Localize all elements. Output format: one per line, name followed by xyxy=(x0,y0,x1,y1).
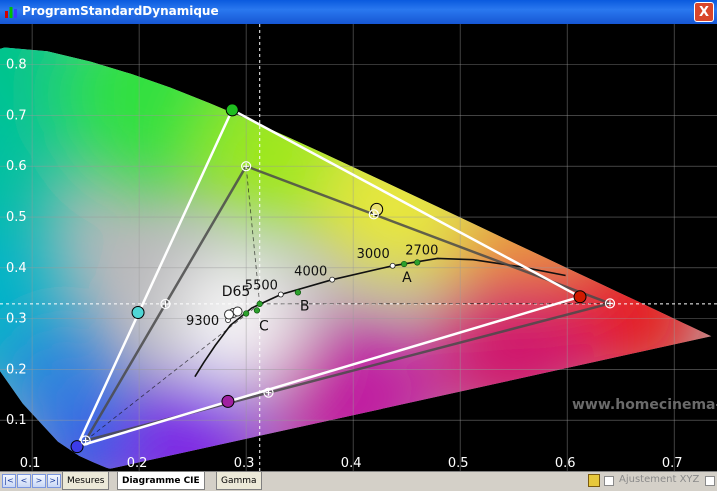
grayscale-point xyxy=(400,260,408,268)
grayscale-point xyxy=(414,259,421,266)
illuminant-label-a: A xyxy=(402,270,412,286)
cct-marker xyxy=(329,276,336,283)
measured-red-point xyxy=(573,290,587,304)
illuminant-label-d65: D65 xyxy=(222,284,251,300)
y-tick-label: 0.1 xyxy=(6,413,27,428)
x-tick-label: 0.7 xyxy=(662,456,683,471)
tab-gamma[interactable]: Gamma xyxy=(216,472,262,490)
cct-marker xyxy=(277,291,284,298)
y-tick-label: 0.6 xyxy=(6,159,27,174)
cie-diagram-area: 0.1 0.2 0.3 0.4 0.5 0.6 0.7 0.1 0.2 0.3 0.4 0.5 0.6 0… xyxy=(0,24,717,471)
cie-chromaticity-diagram: 0.1 0.2 0.3 0.4 0.5 0.6 0.7 0.1 0.2 0.3 0.4 0.5 0.6 0… xyxy=(0,24,717,471)
cct-label-2700: 2700 xyxy=(405,243,438,258)
warning-icon xyxy=(588,474,600,487)
grayscale-point xyxy=(294,289,302,296)
x-tick-label: 0.6 xyxy=(555,456,576,471)
white-measure-point xyxy=(232,306,243,317)
illuminant-label-c: C xyxy=(259,318,269,334)
grayscale-point xyxy=(253,307,261,314)
y-tick-label: 0.8 xyxy=(6,58,27,73)
title-bar: ProgramStandardDynamique X xyxy=(0,0,717,24)
watermark-text: www.homecinema- xyxy=(572,397,717,413)
tab-diagramme-cie[interactable]: Diagramme CIE xyxy=(117,472,205,490)
close-button[interactable]: X xyxy=(694,2,714,22)
x-tick-label: 0.1 xyxy=(20,456,41,471)
grayscale-point xyxy=(243,310,250,317)
y-tick-label: 0.4 xyxy=(6,261,27,276)
measured-magenta-point xyxy=(221,394,235,408)
white-measure-point xyxy=(224,309,235,320)
nav-first-button[interactable]: |< xyxy=(2,474,16,488)
tab-mesures[interactable]: Mesures xyxy=(62,472,110,490)
window-title: ProgramStandardDynamique xyxy=(22,4,219,18)
y-tick-label: 0.2 xyxy=(6,362,27,377)
nav-next-button[interactable]: > xyxy=(32,474,46,488)
x-tick-label: 0.5 xyxy=(448,456,469,471)
cct-marker xyxy=(389,262,396,269)
nav-last-button[interactable]: >| xyxy=(47,474,61,488)
x-tick-label: 0.3 xyxy=(234,456,255,471)
status-bar: |< < > >| Mesures Diagramme CIE Gamma Aj… xyxy=(0,471,717,491)
cct-label-4000: 4000 xyxy=(294,265,327,280)
x-tick-label: 0.4 xyxy=(341,456,362,471)
y-tick-label: 0.5 xyxy=(6,210,27,225)
xyz-adjust-checkbox[interactable] xyxy=(705,476,715,486)
measured-green-point xyxy=(225,103,239,117)
measured-cyan-point xyxy=(131,306,145,320)
y-tick-label: 0.7 xyxy=(6,108,27,123)
option-checkbox[interactable] xyxy=(604,476,614,486)
x-tick-label: 0.2 xyxy=(127,456,148,471)
y-tick-label: 0.3 xyxy=(6,312,27,327)
nav-prev-button[interactable]: < xyxy=(17,474,31,488)
cct-label-9300: 9300 xyxy=(186,314,219,329)
xyz-adjust-label: Ajustement XYZ xyxy=(619,474,700,485)
grayscale-point xyxy=(256,300,263,307)
chart-app-icon xyxy=(5,7,17,18)
illuminant-label-b: B xyxy=(300,298,310,314)
cct-label-3000: 3000 xyxy=(357,247,390,262)
